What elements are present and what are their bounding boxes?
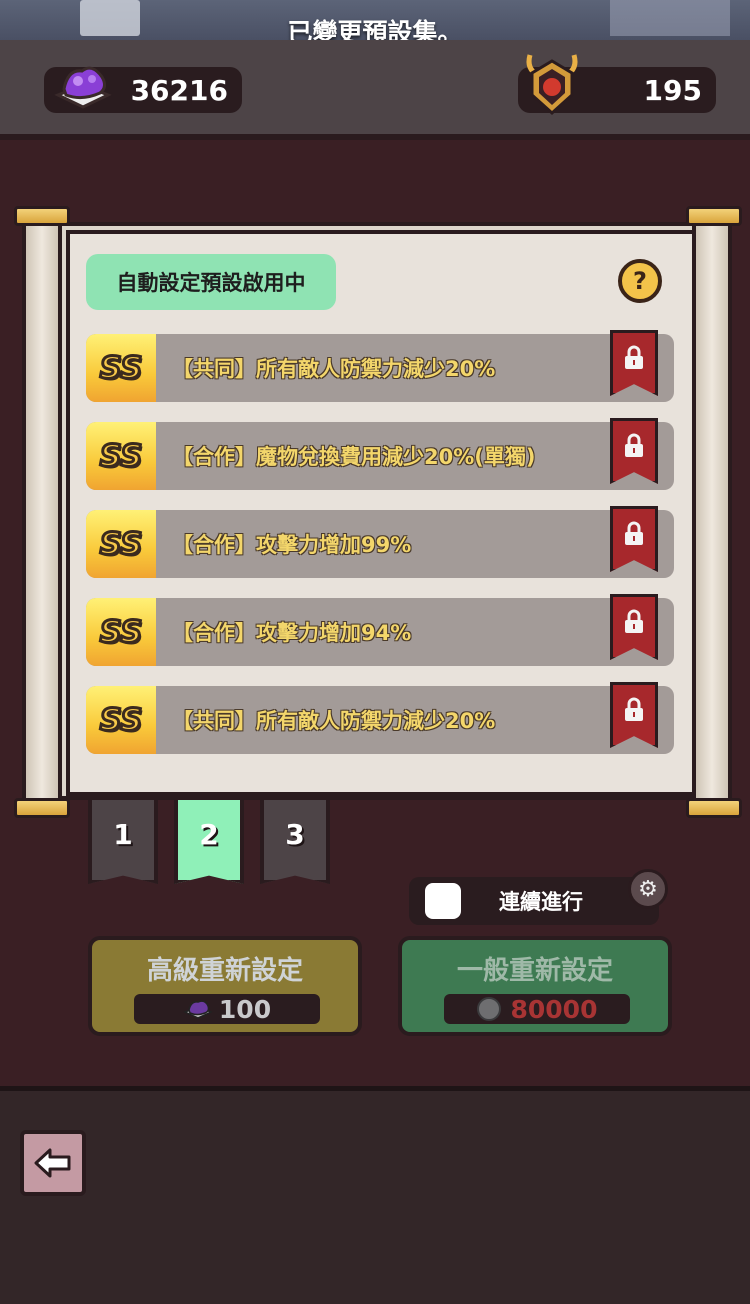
preset-tab-2[interactable]: 2 xyxy=(174,800,244,884)
horned-trophy-icon xyxy=(526,54,578,116)
purple-gem-icon xyxy=(54,66,112,109)
lock-icon xyxy=(625,697,643,721)
continuous-label: 連續進行 xyxy=(499,890,583,914)
gem-counter: 36216 xyxy=(44,66,242,113)
resource-bar: 36216 195 xyxy=(0,40,750,140)
grade-label: SS xyxy=(98,525,143,563)
trophy-count: 195 xyxy=(643,73,702,107)
lock-toggle-button[interactable] xyxy=(610,330,658,396)
option-row: SS 【合作】魔物兌換費用減少20%(單獨) xyxy=(86,418,674,490)
option-text: 【共同】所有敵人防禦力減少20% xyxy=(172,709,496,733)
bottom-bar xyxy=(0,1086,750,1304)
option-row: SS 【合作】攻擊力增加99% xyxy=(86,506,674,578)
lock-toggle-button[interactable] xyxy=(610,418,658,484)
option-text: 【合作】魔物兌換費用減少20%(單獨) xyxy=(172,445,536,469)
scroll-rod-left xyxy=(22,210,62,810)
option-text: 【合作】攻擊力增加94% xyxy=(172,621,412,645)
grade-label: SS xyxy=(98,613,143,651)
lock-toggle-button[interactable] xyxy=(610,506,658,572)
continuous-checkbox[interactable] xyxy=(425,883,461,919)
advanced-cost-value: 100 xyxy=(218,994,272,1024)
option-row: SS 【合作】攻擊力增加94% xyxy=(86,594,674,666)
lock-icon xyxy=(625,521,643,545)
preset-tab-3[interactable]: 3 xyxy=(260,800,330,884)
grade-label: SS xyxy=(98,437,143,475)
gear-icon[interactable]: ⚙ xyxy=(628,869,668,909)
scroll-cap xyxy=(14,206,70,226)
back-arrow-icon xyxy=(34,1148,71,1178)
lock-toggle-button[interactable] xyxy=(610,682,658,748)
normal-reset-button[interactable]: 一般重新設定 80000 xyxy=(398,936,672,1036)
option-text: 【合作】攻擊力增加99% xyxy=(172,533,412,557)
back-button[interactable] xyxy=(20,1130,86,1196)
grade-badge: SS xyxy=(86,510,156,578)
grade-label: SS xyxy=(98,349,143,387)
grade-label: SS xyxy=(98,701,143,739)
normal-reset-label: 一般重新設定 xyxy=(456,956,613,986)
lock-icon xyxy=(625,433,643,457)
option-row: SS 【共同】所有敵人防禦力減少20% xyxy=(86,682,674,754)
help-icon[interactable]: ? xyxy=(618,259,662,303)
gem-count: 36216 xyxy=(130,73,228,107)
continuous-toggle[interactable]: 連續進行 xyxy=(409,877,659,925)
scroll-cap xyxy=(686,206,742,226)
preset-tab-1[interactable]: 1 xyxy=(88,800,158,884)
auto-preset-badge: 自動設定預設啟用中 xyxy=(86,254,336,310)
scroll-rod-right xyxy=(692,210,732,810)
grade-badge: SS xyxy=(86,334,156,402)
purple-gem-icon xyxy=(182,1000,213,1019)
option-row: SS 【共同】所有敵人防禦力減少20% xyxy=(86,330,674,402)
normal-reset-cost: 80000 xyxy=(444,994,630,1024)
lock-toggle-button[interactable] xyxy=(610,594,658,660)
option-text: 【共同】所有敵人防禦力減少20% xyxy=(172,357,496,381)
advanced-reset-label: 高級重新設定 xyxy=(146,956,303,986)
lock-icon xyxy=(625,345,643,369)
scroll-cap xyxy=(14,798,70,818)
advanced-reset-cost: 100 xyxy=(134,994,320,1024)
coin-icon xyxy=(476,997,501,1021)
grade-badge: SS xyxy=(86,422,156,490)
grade-badge: SS xyxy=(86,686,156,754)
lock-icon xyxy=(625,609,643,633)
trophy-counter: 195 xyxy=(518,54,716,116)
grade-badge: SS xyxy=(86,598,156,666)
advanced-reset-button[interactable]: 高級重新設定 100 xyxy=(88,936,362,1036)
scroll-cap xyxy=(686,798,742,818)
normal-cost-value: 80000 xyxy=(510,994,598,1024)
